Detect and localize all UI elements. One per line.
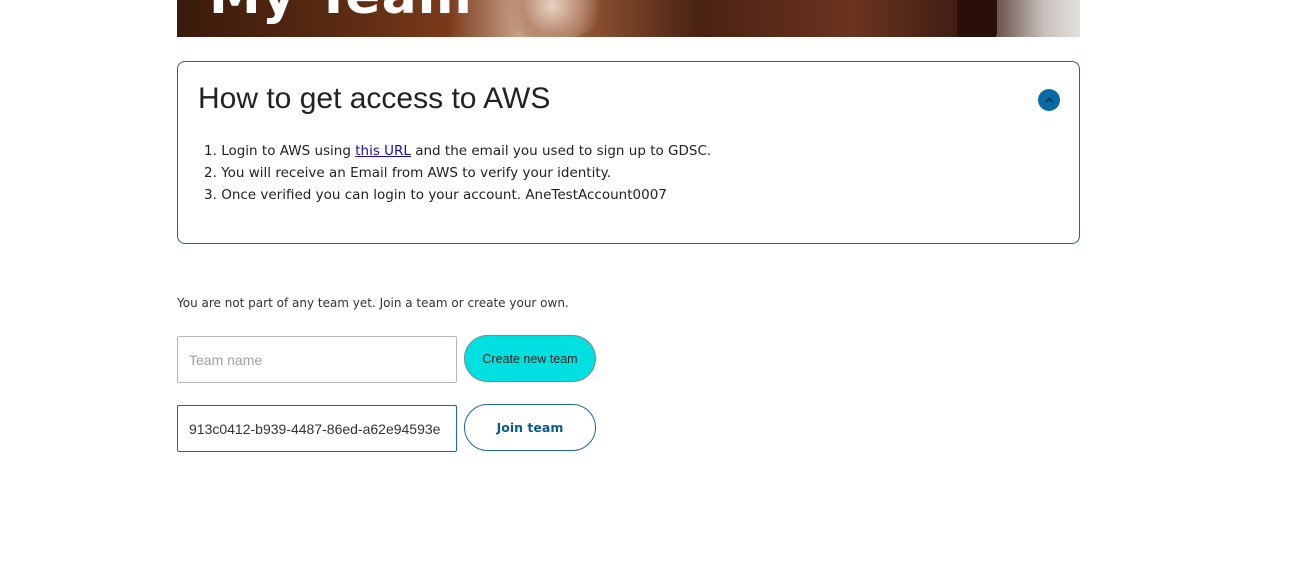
team-name-input[interactable] [177, 336, 457, 383]
step-text: Once verified you can login to your acco… [221, 187, 667, 203]
page: My Team How to get access to AWS 1. Logi… [0, 0, 1315, 580]
create-team-button[interactable]: Create new team [464, 335, 596, 382]
step-number: 3. [204, 187, 217, 203]
team-id-input[interactable] [177, 405, 457, 452]
list-item: 2. You will receive an Email from AWS to… [204, 162, 711, 184]
access-steps-list: 1. Login to AWS using this URL and the e… [204, 140, 711, 206]
step-text: You will receive an Email from AWS to ve… [221, 165, 611, 181]
aws-access-accordion: How to get access to AWS 1. Login to AWS… [177, 61, 1080, 244]
list-item: 3. Once verified you can login to your a… [204, 184, 711, 206]
aws-login-link[interactable]: this URL [355, 143, 411, 159]
step-number: 2. [204, 165, 217, 181]
hero-image-detail [957, 0, 997, 37]
list-item: 1. Login to AWS using this URL and the e… [204, 140, 711, 162]
chevron-up-icon [1045, 97, 1053, 103]
step-text: Login to AWS using [221, 143, 356, 159]
step-number: 1. [204, 143, 217, 159]
page-title: My Team [209, 0, 473, 26]
team-status-text: You are not part of any team yet. Join a… [177, 296, 569, 310]
step-text: and the email you used to sign up to GDS… [410, 143, 712, 159]
accordion-title: How to get access to AWS [198, 82, 551, 115]
hero-banner: My Team [177, 0, 1080, 37]
join-team-button[interactable]: Join team [464, 404, 596, 451]
hero-image-detail [497, 0, 607, 37]
collapse-toggle-button[interactable] [1038, 89, 1060, 111]
